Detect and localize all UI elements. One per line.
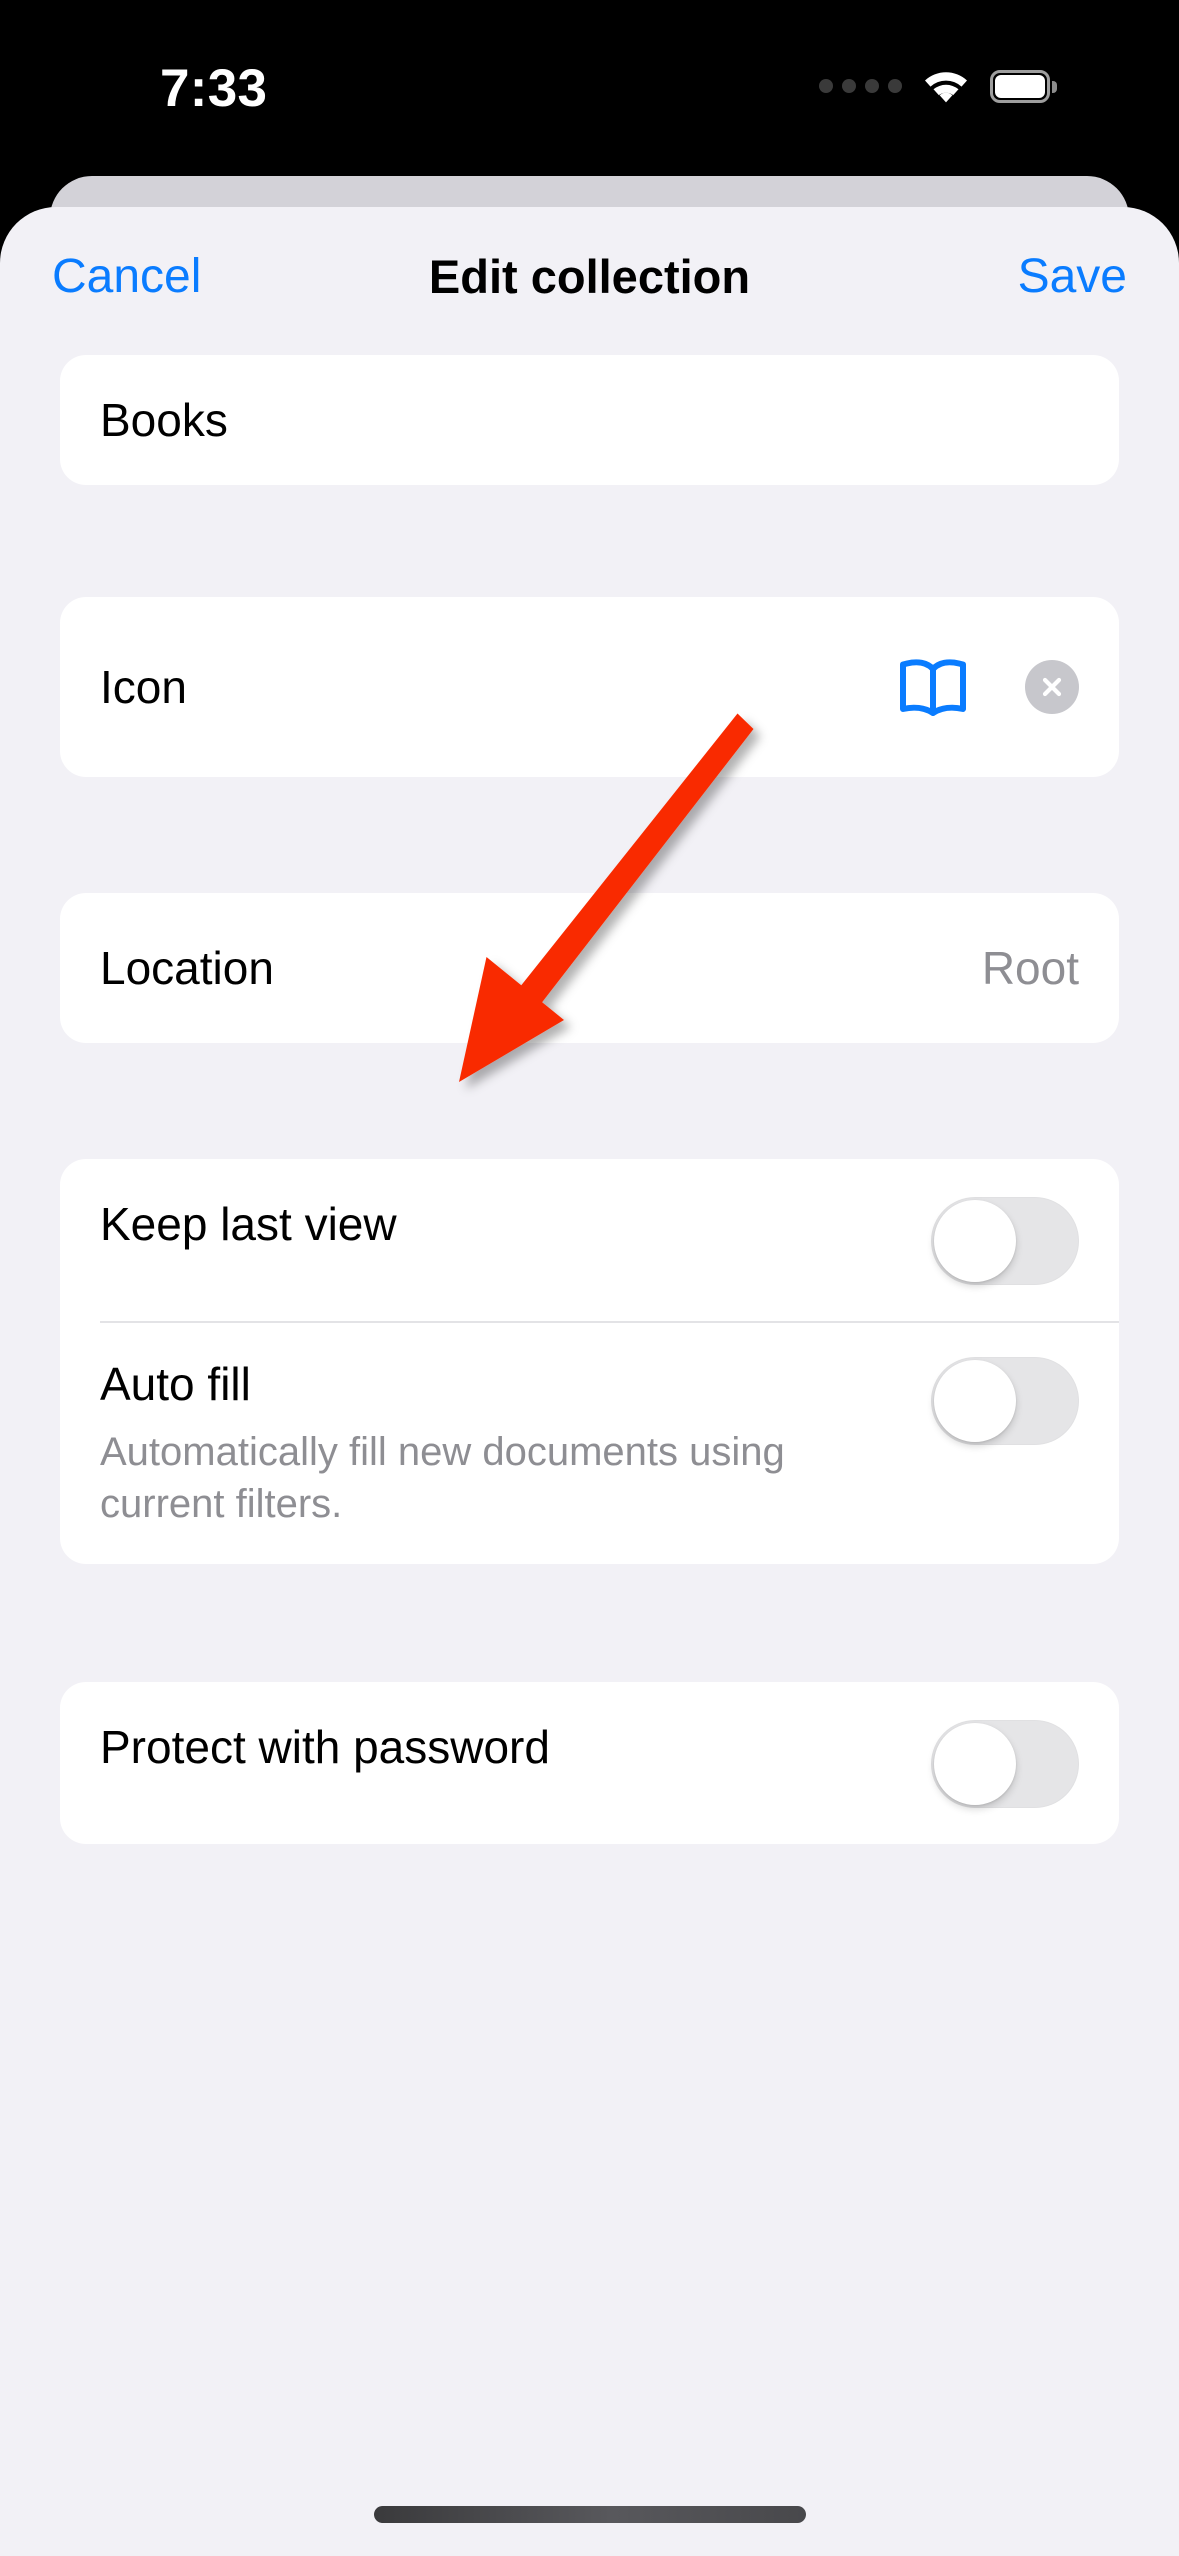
name-field-row[interactable]: Books	[60, 355, 1119, 485]
status-bar-indicators	[819, 68, 1057, 104]
edit-collection-sheet: Cancel Edit collection Save Books Icon L…	[0, 207, 1179, 2556]
name-field-card: Books	[60, 355, 1119, 485]
keep-last-view-toggle[interactable]	[931, 1197, 1079, 1285]
options-card: Keep last view Auto fill Automatically f…	[60, 1159, 1119, 1565]
status-bar-time: 7:33	[160, 59, 268, 118]
toggle-knob	[934, 1723, 1016, 1806]
protect-with-password-toggle[interactable]	[931, 1720, 1079, 1809]
icon-row[interactable]: Icon	[60, 597, 1119, 777]
keep-last-view-row[interactable]: Keep last view	[60, 1159, 1119, 1321]
toggle-knob	[934, 1360, 1016, 1442]
icon-row-label: Icon	[100, 660, 187, 713]
home-indicator[interactable]	[373, 2506, 806, 2523]
location-row[interactable]: Location Root	[60, 893, 1119, 1043]
keep-last-view-label: Keep last view	[100, 1198, 397, 1250]
clear-icon-button[interactable]	[1025, 660, 1079, 714]
status-bar: 7:33	[0, 0, 1179, 180]
protect-with-password-row[interactable]: Protect with password	[60, 1682, 1119, 1844]
protect-with-password-label: Protect with password	[100, 1721, 550, 1774]
edit-collection-form: Books Icon Location Root Keep last view …	[0, 355, 1179, 1845]
page-title: Edit collection	[428, 250, 751, 303]
password-card: Protect with password	[60, 1682, 1119, 1845]
wifi-icon	[922, 68, 970, 104]
toggle-knob	[934, 1200, 1016, 1282]
icon-card: Icon	[60, 597, 1119, 777]
navigation-bar: Cancel Edit collection Save	[0, 207, 1179, 355]
name-input[interactable]: Books	[100, 394, 228, 447]
auto-fill-label: Auto fill	[100, 1358, 251, 1410]
auto-fill-description: Automatically fill new documents using c…	[100, 1430, 785, 1527]
location-row-label: Location	[100, 941, 274, 994]
phone-screen: 7:33 Cancel Edit collection Save Books I…	[0, 0, 1179, 2556]
save-button[interactable]: Save	[1018, 253, 1127, 301]
battery-icon	[990, 69, 1057, 103]
location-row-value: Root	[981, 942, 1079, 994]
auto-fill-row[interactable]: Auto fill Automatically fill new documen…	[60, 1323, 1119, 1564]
close-icon	[1042, 677, 1062, 697]
location-card: Location Root	[60, 893, 1119, 1043]
book-icon[interactable]	[897, 657, 969, 717]
signal-dots-icon	[819, 79, 902, 93]
auto-fill-toggle[interactable]	[931, 1357, 1079, 1445]
